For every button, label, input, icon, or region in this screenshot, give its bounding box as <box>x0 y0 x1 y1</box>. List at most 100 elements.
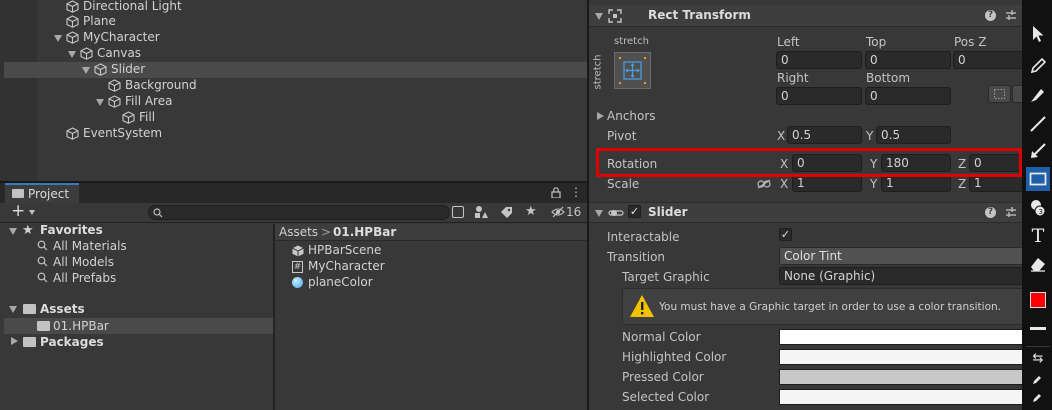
step-counter-tool-button[interactable]: 3 <box>1026 196 1050 220</box>
preset-icon[interactable] <box>1005 9 1017 24</box>
hierarchy-item-plane[interactable]: Plane <box>83 13 116 29</box>
search-icon <box>37 272 48 283</box>
label-filter-icon[interactable] <box>500 206 513 222</box>
color-picker-button[interactable] <box>1026 288 1050 312</box>
file-mycharacter[interactable]: MyCharacter <box>308 258 385 274</box>
folder-icon <box>12 189 24 198</box>
raw-edit-button[interactable] <box>1012 85 1022 103</box>
hierarchy-item-background[interactable]: Background <box>125 77 197 93</box>
pivot-y-field[interactable]: 0.5 <box>876 126 951 144</box>
highlighted-color-swatch[interactable] <box>779 349 1022 365</box>
stroke-width-button[interactable] <box>1026 316 1050 340</box>
add-dropdown-arrow-icon[interactable] <box>29 210 35 215</box>
preset-icon[interactable] <box>1005 206 1017 221</box>
top-field[interactable]: 0 <box>865 51 951 69</box>
text-tool-button[interactable]: T <box>1026 224 1050 248</box>
hierarchy-item-eventsystem[interactable]: EventSystem <box>83 125 162 141</box>
svg-text:3: 3 <box>1039 208 1043 216</box>
marker-tool-button[interactable] <box>1026 83 1050 107</box>
rect-transform-title: Rect Transform <box>648 8 751 22</box>
hierarchy-item-fill[interactable]: Fill <box>139 109 155 125</box>
expand-arrow-icon[interactable] <box>597 112 604 120</box>
anchor-side-label-text: stretch <box>592 54 604 90</box>
collapse-arrow-icon[interactable] <box>595 13 603 20</box>
assets-folder-01-hpbar[interactable]: 01.HPBar <box>53 318 109 334</box>
expand-arrow-icon[interactable] <box>9 306 17 313</box>
eyedropper-secondary-button[interactable] <box>1026 390 1050 404</box>
project-file-list: Assets > 01.HPBar HPBarScene # MyCharact… <box>275 224 587 410</box>
line-tool-button[interactable] <box>1026 112 1050 136</box>
scale-y-label[interactable]: Y <box>870 176 877 192</box>
eraser-tool-button[interactable] <box>1026 252 1050 276</box>
constrain-proportions-icon[interactable] <box>757 178 771 192</box>
help-icon[interactable]: ? <box>985 207 996 218</box>
tab-project[interactable]: Project <box>5 183 79 203</box>
target-graphic-field[interactable]: None (Graphic) <box>779 267 1022 285</box>
lock-icon[interactable] <box>551 187 561 199</box>
resize-toolbar-button[interactable]: ⇆ <box>1026 348 1050 370</box>
scale-x-label[interactable]: X <box>780 176 788 192</box>
search-icon <box>37 240 48 251</box>
anchor-preset-button[interactable] <box>614 52 651 89</box>
file-planecolor[interactable]: planeColor <box>308 274 373 290</box>
scale-z-label[interactable]: Z <box>958 176 966 192</box>
eyedropper-tool-button[interactable] <box>1026 372 1050 386</box>
collapse-arrow-icon[interactable] <box>11 337 18 345</box>
right-field[interactable]: 0 <box>776 87 862 105</box>
interactable-checkbox[interactable]: ✓ <box>779 228 792 241</box>
bottom-field[interactable]: 0 <box>865 87 951 105</box>
breadcrumb-root[interactable]: Assets <box>279 224 318 240</box>
slider-enabled-checkbox[interactable]: ✓ <box>628 205 641 218</box>
pencil-tool-button[interactable] <box>1026 54 1050 78</box>
expand-arrow-icon[interactable] <box>82 67 90 74</box>
favorites-all-prefabs[interactable]: All Prefabs <box>53 270 116 286</box>
arrow-tool-button[interactable] <box>1026 139 1050 163</box>
selected-color-swatch[interactable] <box>779 389 1022 405</box>
pointer-tool-button[interactable] <box>1026 22 1050 46</box>
normal-color-swatch[interactable] <box>779 329 1022 345</box>
left-field[interactable]: 0 <box>776 51 862 69</box>
hierarchy-item-canvas[interactable]: Canvas <box>97 45 141 61</box>
anchors-label[interactable]: Anchors <box>607 108 656 124</box>
posz-label: Pos Z <box>954 35 987 49</box>
posz-field[interactable]: 0 <box>953 51 1022 69</box>
bottom-label: Bottom <box>866 71 911 85</box>
favorites-label[interactable]: Favorites <box>40 222 103 238</box>
blueprint-mode-button[interactable] <box>988 85 1011 103</box>
assets-label[interactable]: Assets <box>40 301 85 317</box>
file-hpbarscene[interactable]: HPBarScene <box>308 242 381 258</box>
expand-arrow-icon[interactable] <box>54 35 62 42</box>
search-input[interactable] <box>148 205 450 220</box>
favorites-all-materials[interactable]: All Materials <box>53 238 127 254</box>
add-button[interactable]: + <box>11 203 25 220</box>
pressed-color-swatch[interactable] <box>779 369 1022 385</box>
right-label: Right <box>777 71 809 85</box>
hidden-packages-icon[interactable] <box>551 206 565 221</box>
star-favorites-icon[interactable]: ★ <box>525 205 537 219</box>
anchor-top-label: stretch <box>614 36 649 47</box>
collapse-arrow-icon[interactable] <box>595 210 603 217</box>
hierarchy-item-mycharacter[interactable]: MyCharacter <box>83 29 160 45</box>
shapes-filter-icon[interactable] <box>474 205 488 222</box>
pivot-x-field[interactable]: 0.5 <box>787 126 862 144</box>
line-icon <box>1030 116 1046 132</box>
marker-icon <box>1031 89 1044 102</box>
favorites-all-models[interactable]: All Models <box>53 254 114 270</box>
hierarchy-item-directional-light[interactable]: Directional Light <box>83 0 182 14</box>
rectangle-tool-button[interactable] <box>1026 167 1050 191</box>
breadcrumb-current[interactable]: 01.HPBar <box>333 224 396 240</box>
top-label: Top <box>866 35 887 49</box>
hierarchy-item-slider[interactable]: Slider <box>111 61 145 77</box>
expand-arrow-icon[interactable] <box>9 228 17 235</box>
help-icon[interactable]: ? <box>985 10 996 21</box>
expand-arrow-icon[interactable] <box>68 51 76 58</box>
transition-dropdown[interactable]: Color Tint <box>779 247 1022 265</box>
kebab-menu-icon[interactable]: ⋮ <box>570 184 582 200</box>
pivot-y-label[interactable]: Y <box>866 128 873 144</box>
search-by-type-icon[interactable] <box>452 206 464 218</box>
hierarchy-item-fill-area[interactable]: Fill Area <box>125 93 172 109</box>
packages-label[interactable]: Packages <box>40 334 104 350</box>
pivot-label: Pivot <box>607 129 637 143</box>
pivot-x-label[interactable]: X <box>777 128 785 144</box>
expand-arrow-icon[interactable] <box>96 99 104 106</box>
